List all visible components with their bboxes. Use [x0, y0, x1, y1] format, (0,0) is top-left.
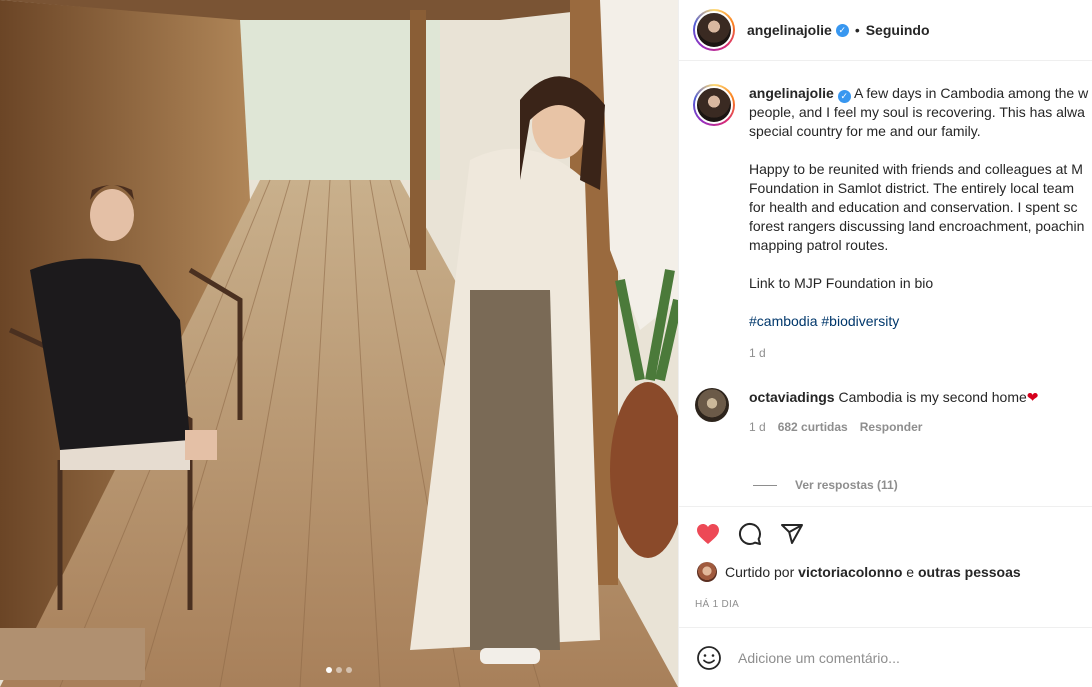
verified-badge-icon: ✓ [837, 90, 851, 103]
replies-dash [753, 484, 777, 486]
likes-connector: e [906, 564, 915, 580]
comment-icon[interactable] [737, 521, 763, 547]
carousel-dot [326, 667, 332, 673]
verified-badge-icon: ✓ [835, 23, 849, 37]
following-button[interactable]: Seguindo [866, 22, 930, 38]
commenter-avatar[interactable] [695, 388, 729, 422]
post-side-panel: angelinajolie ✓ • Seguindo angelinajolie… [678, 0, 1092, 687]
caption-time: 1 d [749, 346, 766, 360]
liker-avatar[interactable] [697, 562, 717, 582]
caption-line: for health and education and conservatio… [749, 199, 1078, 215]
view-replies-button[interactable]: Ver respostas (11) [753, 478, 898, 492]
heart-filled-icon[interactable] [695, 521, 721, 547]
hashtag-link[interactable]: #cambodia [749, 313, 818, 329]
caption-line: Happy to be reunited with friends and co… [749, 161, 1083, 177]
post-header: angelinajolie ✓ • Seguindo [679, 0, 1092, 61]
likes-summary: Curtido por victoriacolonno e outras pes… [697, 562, 1021, 582]
heart-emoji-icon: ❤ [1026, 389, 1039, 405]
view-replies-label: Ver respostas (11) [795, 478, 898, 492]
caption-line: Foundation in Samlot district. The entir… [749, 180, 1075, 196]
comment-text: Cambodia is my second home [838, 389, 1027, 405]
separator-dot: • [854, 22, 860, 38]
likes-prefix: Curtido por [725, 564, 795, 580]
hashtag-link[interactable]: #biodiversity [821, 313, 899, 329]
add-comment-bar [679, 627, 1092, 687]
comment-time: 1 d [749, 420, 766, 434]
caption-link-text: Link to MJP Foundation in bio [749, 275, 934, 291]
post-caption: angelinajolie ✓ A few days in Cambodia am… [693, 84, 1092, 363]
comment-input[interactable] [738, 649, 1038, 666]
share-icon[interactable] [779, 521, 805, 547]
comment-likes-count[interactable]: 682 curtidas [778, 420, 848, 434]
post-timestamp: HÁ 1 DIA [695, 599, 740, 610]
caption-username[interactable]: angelinajolie [749, 85, 834, 101]
post-image[interactable] [0, 0, 678, 687]
author-username[interactable]: angelinajolie [747, 22, 832, 38]
comments-section[interactable]: angelinajolie ✓ A few days in Cambodia am… [679, 62, 1092, 506]
comment-item: octaviadings Cambodia is my second home❤… [695, 388, 1092, 434]
caption-line: mapping patrol routes. [749, 237, 889, 253]
caption-line: people, and I feel my soul is recovering… [749, 104, 1085, 120]
caption-author-avatar[interactable] [693, 84, 735, 126]
caption-line: forest rangers discussing land encroachm… [749, 218, 1085, 234]
emoji-smile-icon[interactable] [696, 645, 722, 671]
reply-button[interactable]: Responder [860, 420, 923, 434]
author-avatar[interactable] [693, 9, 735, 51]
caption-line: A few days in Cambodia among the w [853, 85, 1089, 101]
caption-line: special country for me and our family. [749, 123, 981, 139]
liker-username[interactable]: victoriacolonno [798, 564, 902, 580]
commenter-username[interactable]: octaviadings [749, 389, 835, 405]
carousel-dots [326, 667, 352, 673]
others-likes-link[interactable]: outras pessoas [918, 564, 1021, 580]
action-bar [679, 506, 1092, 560]
carousel-dot [346, 667, 352, 673]
carousel-dot [336, 667, 342, 673]
post-photo [0, 0, 678, 687]
